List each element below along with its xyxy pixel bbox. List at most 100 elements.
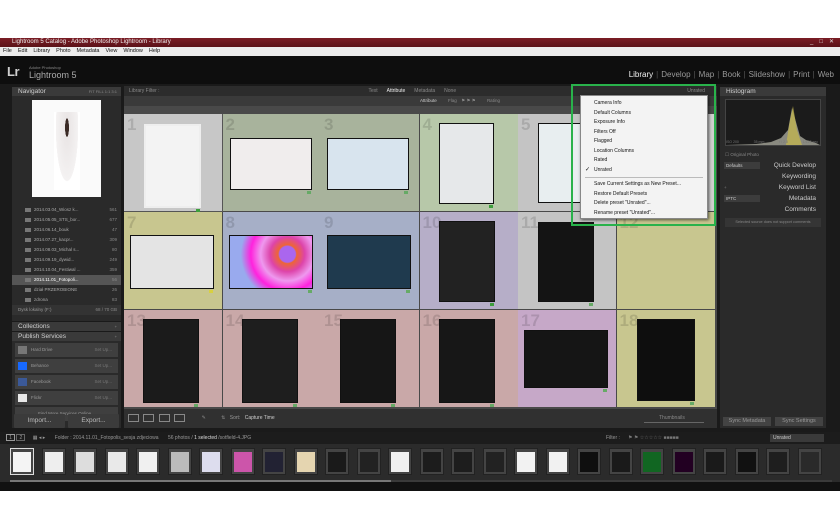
color-label-icon[interactable] bbox=[209, 290, 213, 293]
histogram-graph[interactable]: ISO 200 35 mm f / 2.8 1/125 sec bbox=[725, 99, 821, 146]
filmstrip-thumbnail[interactable] bbox=[671, 448, 696, 475]
service-setup-button[interactable]: Set Up... bbox=[94, 359, 112, 373]
export-button[interactable]: Export... bbox=[68, 414, 119, 428]
painter-icon[interactable]: ✎ bbox=[202, 415, 206, 421]
folder-item[interactable]: zdrona 83 bbox=[12, 295, 121, 305]
sort-direction-icon[interactable]: ⇅ bbox=[221, 415, 225, 421]
grid-view-icon[interactable] bbox=[128, 413, 139, 422]
publish-service-hard-drive[interactable]: Hard Drive Set Up... bbox=[15, 343, 118, 357]
color-label-icon[interactable] bbox=[603, 389, 607, 392]
color-label-icon[interactable] bbox=[489, 303, 494, 306]
folder-item[interactable]: 2014.07.27_kacpr... 309 bbox=[12, 235, 121, 245]
filmstrip-thumbnail[interactable] bbox=[262, 448, 286, 475]
module-slideshow[interactable]: Slideshow bbox=[749, 70, 785, 79]
color-label-icon[interactable] bbox=[404, 191, 408, 194]
grid-cell[interactable]: 14 bbox=[222, 310, 321, 407]
grid-cell[interactable]: 15 bbox=[321, 310, 419, 407]
menu-window[interactable]: Window bbox=[123, 47, 143, 56]
navigator-zoom-options[interactable]: FIT FILL 1:1 3:1 bbox=[89, 87, 117, 97]
filmstrip-thumbnail[interactable] bbox=[41, 448, 66, 475]
filmstrip-thumbnail[interactable] bbox=[766, 448, 790, 475]
navigator-preview[interactable] bbox=[32, 100, 101, 197]
publish-services-header[interactable]: Publish Services + bbox=[12, 331, 121, 341]
filmstrip-thumbnail[interactable] bbox=[703, 448, 727, 475]
add-keyword-icon[interactable]: + bbox=[724, 182, 727, 193]
keyword-list-header[interactable]: + Keyword List bbox=[720, 182, 826, 193]
filmstrip-thumbnail[interactable] bbox=[136, 448, 160, 475]
page-2-button[interactable]: 2 bbox=[16, 434, 26, 442]
import-button[interactable]: Import... bbox=[14, 414, 65, 428]
quick-develop-header[interactable]: Defaults Quick Develop bbox=[720, 160, 826, 171]
sync-metadata-button[interactable]: Sync Metadata bbox=[723, 417, 771, 426]
grid-cell[interactable]: 17 bbox=[518, 310, 616, 407]
folder-item[interactable]: 2014.06.14_bouk 47 bbox=[12, 225, 121, 235]
color-label-icon[interactable] bbox=[489, 404, 494, 407]
folder-item[interactable]: 2014.05.05_STS_bor... 677 bbox=[12, 215, 121, 225]
filmstrip-thumbnail[interactable] bbox=[451, 448, 475, 475]
original-photo-checkbox[interactable]: ☐ bbox=[725, 152, 729, 157]
thumbnail-size-slider[interactable] bbox=[644, 422, 704, 423]
folder-item[interactable]: 2014.11.01_Fotopoli... 56 bbox=[12, 275, 121, 285]
color-label-icon[interactable] bbox=[307, 290, 312, 293]
filmstrip-thumbnail[interactable] bbox=[325, 448, 349, 475]
menu-help[interactable]: Help bbox=[149, 47, 160, 56]
filter-flags-icon[interactable]: ⚑ ⚑ ☆☆☆☆☆ ■■■■■ bbox=[628, 432, 679, 444]
module-web[interactable]: Web bbox=[818, 70, 834, 79]
comments-header[interactable]: Comments bbox=[720, 204, 826, 215]
grid-cell[interactable]: 4 bbox=[419, 114, 518, 211]
filter-tab-attribute[interactable]: Attribute bbox=[387, 86, 406, 96]
filmstrip-thumbnail[interactable] bbox=[230, 448, 255, 475]
metadata-preset-select[interactable]: IPTC bbox=[724, 195, 760, 202]
color-label-icon[interactable] bbox=[406, 290, 410, 293]
module-print[interactable]: Print bbox=[793, 70, 809, 79]
filmstrip-thumbnail[interactable] bbox=[167, 448, 192, 475]
grid-nav-icon[interactable]: ▦ ◂ ▸ bbox=[33, 435, 46, 441]
loupe-view-icon[interactable] bbox=[143, 413, 155, 422]
color-label-icon[interactable] bbox=[689, 402, 694, 405]
color-label-icon[interactable] bbox=[488, 205, 493, 208]
grid-cell[interactable]: 9 bbox=[321, 212, 419, 309]
filmstrip-thumbnail[interactable] bbox=[10, 448, 34, 475]
grid-cell[interactable]: 10 bbox=[419, 212, 518, 309]
filmstrip-thumbnail[interactable] bbox=[514, 448, 538, 475]
menu-file[interactable]: File bbox=[3, 47, 12, 56]
grid-cell[interactable]: 1 bbox=[124, 114, 223, 212]
filmstrip-thumbnail[interactable] bbox=[482, 448, 507, 475]
folder-item[interactable]: 2014.09.19_dywid... 249 bbox=[12, 255, 121, 265]
navigator-header[interactable]: Navigator FIT FILL 1:1 3:1 bbox=[12, 86, 121, 96]
metadata-header[interactable]: IPTC Metadata bbox=[720, 193, 826, 204]
maximize-button[interactable]: □ bbox=[819, 38, 823, 47]
color-label-icon[interactable] bbox=[391, 404, 395, 407]
menu-photo[interactable]: Photo bbox=[56, 47, 70, 56]
module-develop[interactable]: Develop bbox=[661, 70, 690, 79]
menu-library[interactable]: Library bbox=[33, 47, 50, 56]
filter-tab-none[interactable]: None bbox=[444, 86, 456, 96]
publish-service-facebook[interactable]: Facebook Set Up... bbox=[15, 375, 118, 389]
color-label-icon[interactable] bbox=[306, 191, 311, 194]
page-1-button[interactable]: 1 bbox=[6, 434, 15, 442]
disk-volume[interactable]: Dysk lokalny (F:) 68 / 70 GB bbox=[12, 305, 121, 315]
color-label-icon[interactable] bbox=[589, 303, 593, 306]
service-setup-button[interactable]: Set Up... bbox=[94, 391, 112, 405]
collections-header[interactable]: Collections + bbox=[12, 321, 121, 331]
module-book[interactable]: Book bbox=[722, 70, 740, 79]
preset-select[interactable]: Defaults bbox=[724, 162, 760, 169]
grid-cell[interactable]: 7 bbox=[124, 212, 222, 309]
histogram-header[interactable]: Histogram bbox=[720, 86, 826, 96]
grid-cell[interactable]: 13 bbox=[124, 310, 222, 407]
publish-service-flickr[interactable]: Flickr Set Up... bbox=[15, 391, 118, 405]
menu-edit[interactable]: Edit bbox=[18, 47, 27, 56]
compare-view-icon[interactable] bbox=[158, 413, 170, 422]
menu-view[interactable]: View bbox=[105, 47, 117, 56]
filmstrip-thumbnail[interactable] bbox=[640, 448, 664, 475]
service-setup-button[interactable]: Set Up... bbox=[94, 375, 112, 389]
keywording-header[interactable]: Keywording bbox=[720, 171, 826, 182]
filmstrip-thumbnail[interactable] bbox=[577, 448, 601, 475]
original-photo-row[interactable]: ☐ Original Photo bbox=[720, 149, 826, 160]
color-label-icon[interactable] bbox=[292, 404, 297, 407]
filter-tab-text[interactable]: Text bbox=[368, 86, 377, 96]
filter-tab-metadata[interactable]: Metadata bbox=[414, 86, 435, 96]
sort-select[interactable]: Capture Time bbox=[245, 415, 275, 421]
grid-cell[interactable]: 12 bbox=[616, 212, 715, 309]
grid-cell[interactable]: 16 bbox=[419, 310, 518, 407]
